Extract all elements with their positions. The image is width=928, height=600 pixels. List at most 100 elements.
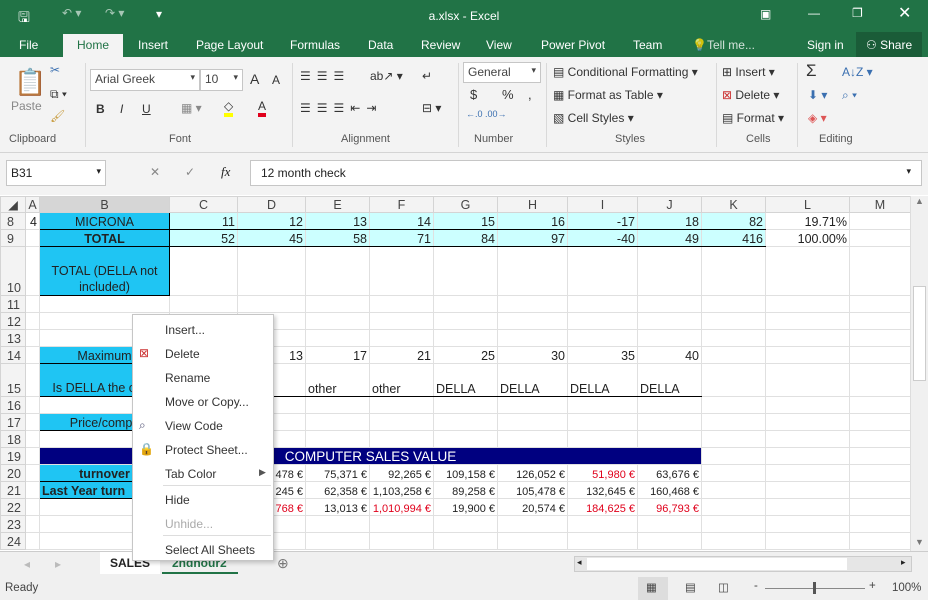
column-header-K[interactable]: K [701,196,766,213]
cell-H9[interactable]: 97 [497,229,568,247]
scroll-down-icon[interactable]: ▼ [915,537,924,547]
cell-E18[interactable] [305,430,370,448]
sign-in-link[interactable]: Sign in [807,38,844,52]
cell-M12[interactable] [849,312,911,330]
cell-I13[interactable] [567,329,638,347]
cell-J22[interactable]: 96,793 € [637,498,702,516]
cell-A21[interactable] [25,481,40,499]
row-header[interactable]: 22 [0,498,26,516]
cell-J11[interactable] [637,295,702,313]
cell-F11[interactable] [369,295,434,313]
page-layout-view-icon[interactable]: ▤ [685,580,696,594]
cell-K8[interactable]: 82 [701,212,766,230]
cell-L14[interactable] [765,346,850,364]
cell-C10[interactable] [169,246,238,296]
cell-F17[interactable] [369,413,434,431]
cell-H14[interactable]: 30 [497,346,568,364]
cell-H8[interactable]: 16 [497,212,568,230]
column-header-D[interactable]: D [237,196,306,213]
cell-J13[interactable] [637,329,702,347]
tab-insert[interactable]: Insert [138,38,168,52]
share-button[interactable]: ⚇ Share [856,32,923,57]
cell-K20[interactable] [701,464,766,482]
cell-G13[interactable] [433,329,498,347]
vertical-scrollbar[interactable]: ▲ ▼ [910,196,928,551]
cell-F16[interactable] [369,396,434,414]
cell-M22[interactable] [849,498,911,516]
cell-A24[interactable] [25,532,40,550]
font-color-button[interactable]: A [258,99,267,117]
borders-icon[interactable]: ▦ ▾ [181,101,202,115]
insert-function-button[interactable]: fx [221,164,230,180]
cell-E14[interactable]: 17 [305,346,370,364]
menu-item-move-or-copy[interactable]: Move or Copy... [165,395,249,409]
shrink-font-button[interactable]: A [272,73,280,87]
cell-M20[interactable] [849,464,911,482]
row-header[interactable]: 16 [0,396,26,414]
font-size-dropdown[interactable]: 10 ▾ [200,69,243,91]
menu-item-select-all-sheets[interactable]: Select All Sheets [165,543,255,557]
cell-J8[interactable]: 18 [637,212,702,230]
cell-E21[interactable]: 62,358 € [305,481,370,499]
cell-F10[interactable] [369,246,434,296]
cell-H10[interactable] [497,246,568,296]
tell-me-search[interactable]: 💡Tell me... [692,38,755,52]
normal-view-icon[interactable]: ▦ [638,577,668,600]
cell-A16[interactable] [25,396,40,414]
underline-button[interactable]: U [142,102,151,116]
row-header[interactable]: 8 [0,212,26,230]
column-header-M[interactable]: M [849,196,911,213]
horizontal-align-icons[interactable]: ☰☰☰⇤⇥ [300,101,382,115]
column-header-I[interactable]: I [567,196,638,213]
cell-G10[interactable] [433,246,498,296]
column-header-A[interactable]: A [25,196,40,213]
cell-G11[interactable] [433,295,498,313]
scroll-up-icon[interactable]: ▲ [915,196,924,206]
row-header[interactable]: 19 [0,447,26,465]
row-header[interactable]: 18 [0,430,26,448]
cell-K17[interactable] [701,413,766,431]
cell-I24[interactable] [567,532,638,550]
cell-F12[interactable] [369,312,434,330]
cell-J21[interactable]: 160,468 € [637,481,702,499]
cell-B11[interactable] [39,295,170,313]
number-format-dropdown[interactable]: General ▾ [463,62,541,83]
tab-team[interactable]: Team [633,38,662,52]
cell-C11[interactable] [169,295,238,313]
row-header[interactable]: 14 [0,346,26,364]
row-header[interactable]: 23 [0,515,26,533]
cell-A8[interactable]: 4 [25,212,40,230]
cell-K9[interactable]: 416 [701,229,766,247]
delete-cells-button[interactable]: ⊠ Delete ▾ [722,88,779,102]
vertical-align-icons[interactable]: ☰☰☰ [300,69,350,83]
menu-item-delete[interactable]: Delete [165,347,200,361]
page-break-view-icon[interactable]: ◫ [718,580,729,594]
cell-K15[interactable] [701,363,766,397]
tab-power-pivot[interactable]: Power Pivot [541,38,605,52]
tab-data[interactable]: Data [368,38,393,52]
cell-L22[interactable] [765,498,850,516]
cell-C8[interactable]: 11 [169,212,238,230]
orientation-icon[interactable]: ab↗ ▾ [370,69,403,83]
cell-G9[interactable]: 84 [433,229,498,247]
cell-J9[interactable]: 49 [637,229,702,247]
cell-M21[interactable] [849,481,911,499]
cell-K16[interactable] [701,396,766,414]
cell-G20[interactable]: 109,158 € [433,464,498,482]
cell-F18[interactable] [369,430,434,448]
cell-J20[interactable]: 63,676 € [637,464,702,482]
cell-H13[interactable] [497,329,568,347]
cell-E8[interactable]: 13 [305,212,370,230]
zoom-out-button[interactable]: - [754,580,758,592]
cell-F21[interactable]: 1,103,258 € [369,481,434,499]
cell-J12[interactable] [637,312,702,330]
cell-M24[interactable] [849,532,911,550]
cell-H17[interactable] [497,413,568,431]
cell-A9[interactable] [25,229,40,247]
formula-input[interactable]: 12 month check ▾ [250,160,922,186]
comma-button[interactable]: , [528,87,532,102]
cell-styles-button[interactable]: ▧ Cell Styles ▾ [553,111,634,125]
cell-F22[interactable]: 1,010,994 € [369,498,434,516]
cell-F20[interactable]: 92,265 € [369,464,434,482]
cell-L9[interactable]: 100.00% [765,229,850,247]
